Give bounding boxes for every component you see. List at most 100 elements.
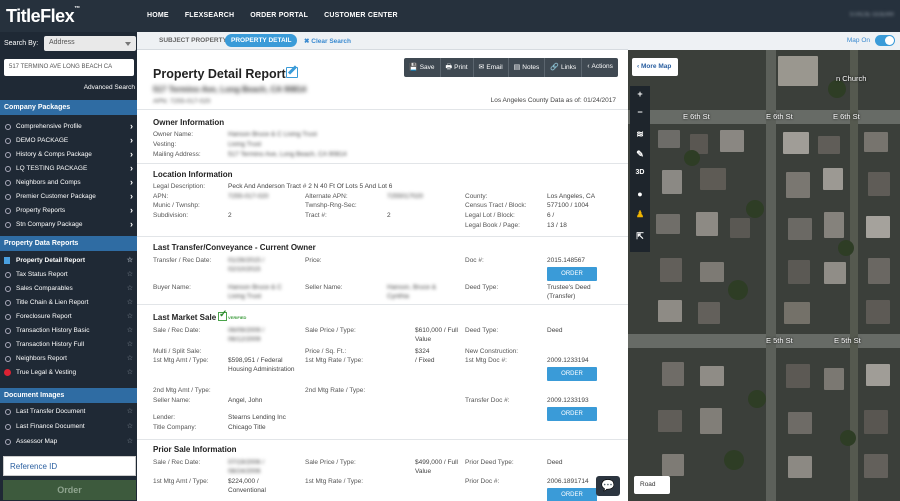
save-button[interactable]: 💾 Save — [404, 58, 441, 77]
more-map-button[interactable]: ‹ More Map — [632, 58, 678, 76]
church-label: n Church — [836, 74, 867, 83]
star-icon[interactable]: ☆ — [127, 340, 133, 348]
zoom-in-icon[interactable]: + — [630, 86, 650, 104]
search-by-value: Address — [49, 39, 75, 46]
street-view-icon[interactable]: ♟ — [630, 206, 650, 224]
nav-home[interactable]: HOME — [147, 12, 169, 19]
advanced-search-link[interactable]: Advanced Search — [84, 84, 135, 91]
sidebar-item-last-transfer-doc[interactable]: Last Transfer Document ☆ — [0, 405, 137, 419]
star-icon[interactable]: ☆ — [127, 368, 133, 376]
star-icon[interactable]: ☆ — [127, 354, 133, 362]
sidebar-item-last-finance-doc[interactable]: Last Finance Document ☆ — [0, 420, 137, 434]
circle-icon — [5, 409, 11, 415]
sidebar-item-neighbors-report[interactable]: Neighbors Report ☆ — [0, 352, 137, 366]
order-button[interactable]: ORDER — [547, 407, 597, 421]
circle-icon — [5, 300, 11, 306]
tree — [840, 430, 856, 446]
chevron-right-icon: › — [130, 149, 133, 159]
nav-customer-center[interactable]: CUSTOMER CENTER — [324, 12, 398, 19]
globe-icon[interactable]: ● — [630, 186, 650, 204]
star-icon[interactable]: ☆ — [127, 256, 133, 264]
tree — [724, 450, 744, 470]
prior-doc-label: Prior Doc #: — [465, 478, 500, 485]
transfer-date-value: 01/26/2015 / 02/10/2015 — [228, 257, 265, 273]
sidebar-item-history-comps[interactable]: History & Comps Package › — [0, 148, 137, 162]
mailing-address-value: 517 Termino Ave, Long Beach, CA 90814 — [228, 151, 347, 158]
map-toggle[interactable] — [875, 35, 895, 46]
star-icon[interactable]: ☆ — [127, 312, 133, 320]
3d-icon[interactable]: 3D — [630, 166, 650, 184]
company-packages-header[interactable]: Company Packages — [0, 100, 137, 115]
email-button[interactable]: ✉ Email — [474, 58, 509, 77]
county-data-date: Los Angeles County Data as of: 01/24/201… — [490, 97, 616, 104]
zoom-out-icon[interactable]: − — [630, 104, 650, 122]
sidebar-item-true-legal[interactable]: True Legal & Vesting ☆ — [0, 366, 137, 380]
chat-icon[interactable]: 💬 — [596, 476, 620, 496]
sidebar-item-title-chain[interactable]: Title Chain & Lien Report ☆ — [0, 296, 137, 310]
house — [788, 218, 812, 240]
sidebar-item-property-reports[interactable]: Property Reports › — [0, 204, 137, 218]
star-icon[interactable]: ☆ — [127, 284, 133, 292]
star-icon[interactable]: ☆ — [127, 437, 133, 445]
chevron-right-icon: › — [130, 163, 133, 173]
clear-search-link[interactable]: ✖ Clear Search — [304, 37, 351, 45]
document-images-header[interactable]: Document Images — [0, 388, 137, 403]
owner-information-section: Owner Information Owner Name: Hanson Bru… — [137, 109, 628, 161]
layers-icon[interactable]: ≋ — [630, 126, 650, 144]
star-icon[interactable]: ☆ — [127, 326, 133, 334]
notes-button[interactable]: ▤ Notes — [509, 58, 546, 77]
sidebar-item-demo-package[interactable]: DEMO PACKAGE › — [0, 134, 137, 148]
sidebar-item-transaction-full[interactable]: Transaction History Full ☆ — [0, 338, 137, 352]
actions-button[interactable]: ‹ Actions — [582, 58, 618, 77]
user-menu[interactable]: STACIE GUERR — [849, 12, 894, 18]
sidebar-item-sales-comparables[interactable]: Sales Comparables ☆ — [0, 282, 137, 296]
address-search-input[interactable]: 517 TERMINO AVE LONG BEACH CA — [4, 59, 134, 76]
order-button[interactable]: Order — [3, 480, 136, 500]
star-icon[interactable]: ☆ — [127, 298, 133, 306]
sidebar-item-stn-company[interactable]: Stn Company Package › — [0, 218, 137, 232]
legal-description-label: Legal Description: — [153, 183, 206, 190]
order-button[interactable]: ORDER — [547, 267, 597, 281]
house — [786, 364, 810, 388]
tab-subject-property[interactable]: SUBJECT PROPERTY — [159, 37, 227, 44]
draw-icon[interactable]: ✎ — [630, 146, 650, 164]
sidebar-item-comprehensive-profile[interactable]: Comprehensive Profile › — [0, 120, 137, 134]
house — [696, 212, 718, 236]
road-view-button[interactable]: Road — [634, 476, 670, 494]
order-button[interactable]: ORDER — [547, 488, 597, 501]
star-icon[interactable]: ☆ — [127, 422, 133, 430]
property-data-reports-header[interactable]: Property Data Reports — [0, 236, 137, 251]
circle-icon — [5, 180, 11, 186]
nav-order-portal[interactable]: ORDER PORTAL — [250, 12, 308, 19]
mtg2-label: 2nd Mtg Amt / Type: — [153, 387, 211, 394]
titleflex-logo[interactable]: TitleFlex™ — [6, 6, 80, 27]
house — [730, 218, 750, 238]
sidebar-item-premier-customer[interactable]: Premier Customer Package › — [0, 190, 137, 204]
munic-label: Munic / Twnshp: — [153, 202, 200, 209]
sidebar-item-foreclosure-report[interactable]: Foreclosure Report ☆ — [0, 310, 137, 324]
star-icon[interactable]: ☆ — [127, 407, 133, 415]
prior-sale-title: Prior Sale Information — [153, 445, 237, 454]
circle-icon — [5, 208, 11, 214]
owner-name-label: Owner Name: — [153, 131, 194, 138]
fullscreen-icon[interactable]: ⇱ — [630, 228, 650, 246]
print-button[interactable]: 🖶 Print — [441, 58, 474, 77]
edit-icon[interactable] — [286, 67, 298, 78]
tab-property-detail[interactable]: PROPERTY DETAIL — [225, 34, 298, 47]
deed-type-label: Deed Type: — [465, 284, 499, 291]
nav-flexsearch[interactable]: FLEXSEARCH — [185, 12, 234, 19]
sidebar-item-property-detail-report[interactable]: Property Detail Report ☆ — [0, 254, 137, 268]
reference-id-input[interactable]: Reference ID — [3, 456, 136, 476]
sidebar-item-assessor-map[interactable]: Assessor Map ☆ — [0, 435, 137, 449]
sidebar-item-lq-testing[interactable]: LQ TESTING PACKAGE › — [0, 162, 137, 176]
sidebar-item-neighbors-comps[interactable]: Neighbors and Comps › — [0, 176, 137, 190]
star-icon[interactable]: ☆ — [127, 270, 133, 278]
order-button[interactable]: ORDER — [547, 367, 597, 381]
aerial-map[interactable]: E 6th St E 6th St E 6th St E 5th St E 5t… — [628, 50, 900, 501]
links-button[interactable]: 🔗 Links — [545, 58, 583, 77]
sidebar-item-tax-status-report[interactable]: Tax Status Report ☆ — [0, 268, 137, 282]
search-by-select[interactable]: Address — [44, 36, 136, 51]
chevron-right-icon: › — [130, 205, 133, 215]
house — [700, 408, 722, 434]
sidebar-item-transaction-basic[interactable]: Transaction History Basic ☆ — [0, 324, 137, 338]
